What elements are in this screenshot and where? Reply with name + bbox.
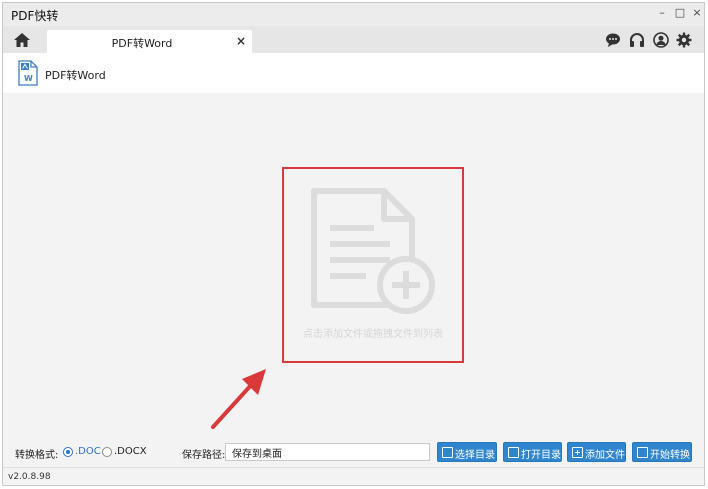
select-directory-button[interactable]: 选择目录 [437,442,497,462]
format-label: 转换格式: [15,450,59,461]
add-document-icon [306,187,436,317]
home-icon[interactable] [13,31,31,49]
title-bar: PDF快转 – □ × [3,3,704,26]
close-button[interactable]: × [690,6,704,20]
add-file-button[interactable]: 添加文件 [567,442,626,462]
button-label: 开始转换 [650,450,690,461]
plus-icon [572,447,583,458]
app-title: PDF快转 [11,9,59,23]
gear-icon[interactable] [676,32,692,48]
chat-icon[interactable] [605,32,621,48]
tool-row: W PDF转Word [3,53,704,93]
maximize-button[interactable]: □ [673,6,687,20]
tool-label: PDF转Word [45,69,106,82]
drop-zone[interactable]: 点击添加文件或拖拽文件到列表 [282,167,464,363]
tab-pdf-to-word[interactable]: PDF转Word × [47,30,252,53]
format-option-label: .DOC [75,446,101,457]
radio-button[interactable] [63,447,73,457]
drop-hint: 点击添加文件或拖拽文件到列表 [303,329,443,340]
tab-bar: PDF转Word × [3,26,704,53]
user-icon[interactable] [653,32,669,48]
save-icon [442,447,453,458]
svg-text:W: W [24,74,33,83]
format-option-label: .DOCX [114,446,147,457]
bottom-bar: 转换格式: .DOC .DOCX 保存路径: 选择目录 打开目录 添加文件 开始… [3,437,704,467]
start-convert-button[interactable]: 开始转换 [632,442,692,462]
file-list-area: 点击添加文件或拖拽文件到列表 [3,93,704,437]
convert-icon [637,447,648,458]
button-label: 打开目录 [521,450,561,461]
folder-icon [508,447,519,458]
status-bar: v2.0.8.98 [3,467,704,485]
button-label: 添加文件 [585,450,625,461]
app-window: PDF快转 – □ × PDF转Word × W PDF转Word 点击添加文件… [2,2,705,486]
minimize-button[interactable]: – [655,6,669,20]
radio-button[interactable] [102,447,112,457]
button-label: 选择目录 [455,450,495,461]
word-file-icon: W [17,60,39,86]
save-path-label: 保存路径: [182,450,226,461]
open-directory-button[interactable]: 打开目录 [503,442,562,462]
headset-icon[interactable] [629,32,645,48]
tab-label: PDF转Word [111,37,173,50]
tab-close-icon[interactable]: × [235,34,247,48]
version-label: v2.0.8.98 [8,472,51,482]
annotation-arrow [209,369,269,431]
save-path-input[interactable] [225,443,430,461]
